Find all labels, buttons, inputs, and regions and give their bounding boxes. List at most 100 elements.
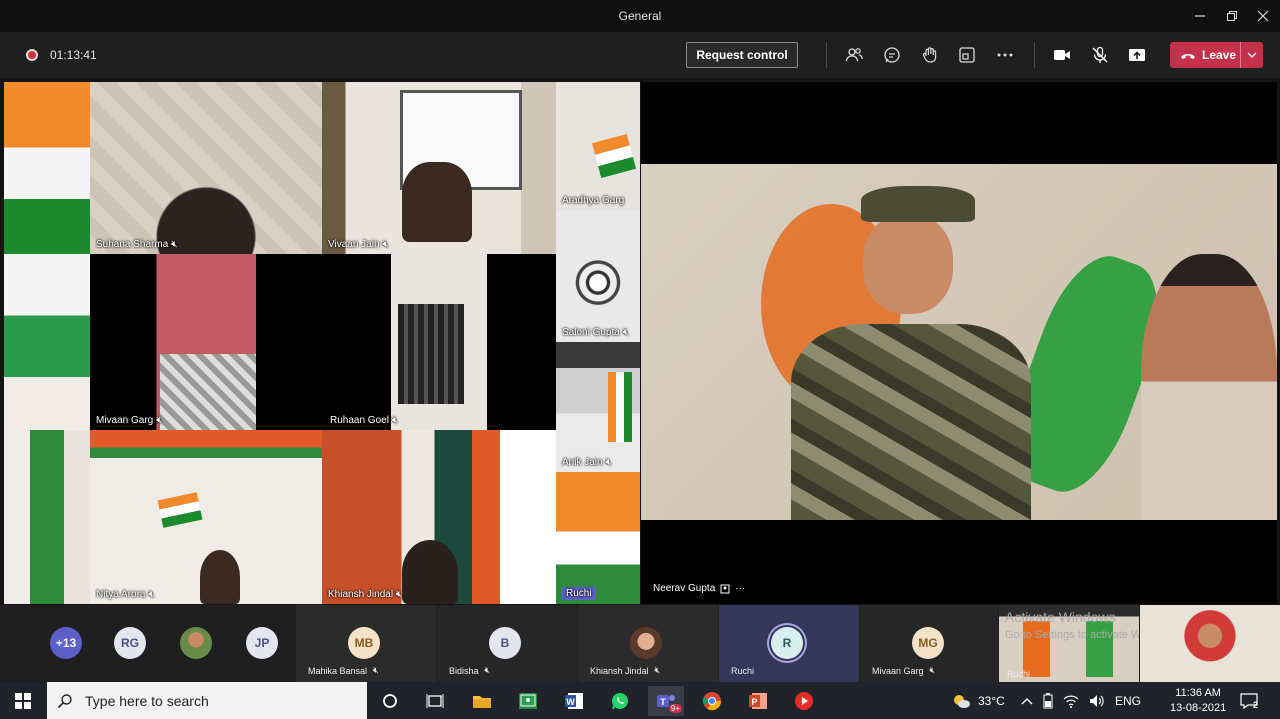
battery-icon[interactable]	[1043, 692, 1053, 709]
participant-name-tag: Ruhaan Goel 🔇︎	[330, 415, 398, 426]
avatar: B	[489, 627, 521, 659]
title-bar: General	[0, 0, 1280, 32]
avatar[interactable]: RG	[114, 627, 146, 659]
participants-button[interactable]	[841, 43, 867, 67]
search-placeholder: Type here to search	[85, 692, 209, 709]
participant-tile[interactable]: MG Mivaan Garg 🔇︎	[860, 605, 998, 682]
clock-time: 11:36 AM	[1175, 686, 1221, 699]
clock[interactable]: 11:36 AM 13-08-2021	[1170, 682, 1226, 719]
leave-main[interactable]: Leave	[1170, 48, 1240, 62]
meeting-timer: 01:13:41	[50, 48, 97, 62]
mic-off-icon: 🔇︎	[391, 415, 399, 426]
chat-button[interactable]	[879, 43, 905, 67]
request-control-button[interactable]: Request control	[686, 42, 798, 68]
leave-label: Leave	[1202, 48, 1237, 62]
more-options-button[interactable]: ···	[735, 583, 745, 594]
chrome-icon	[702, 692, 722, 711]
taskbar-search[interactable]: Type here to search	[47, 682, 367, 719]
search-icon	[57, 693, 72, 708]
start-button[interactable]	[5, 686, 41, 716]
chevron-up-icon[interactable]	[1021, 697, 1033, 705]
participant-name-tag: Vivaan Jain 🔇︎	[328, 239, 389, 250]
participant-name-tag: Ruchi	[562, 587, 596, 600]
leave-options[interactable]	[1240, 42, 1263, 68]
child-face-image	[863, 214, 953, 314]
mic-off-icon: 🔇︎	[929, 665, 936, 675]
avatar[interactable]	[180, 627, 212, 659]
participant-name-tag: Saloni Gupta 🔇︎	[562, 327, 629, 338]
video-tile: Khiansh Jindal 🔇︎	[322, 430, 556, 604]
rooms-button[interactable]	[954, 43, 980, 67]
participant-name: Ruchi	[566, 588, 592, 599]
powerpoint-button[interactable]: P	[740, 686, 776, 716]
minimize-button[interactable]	[1183, 0, 1217, 32]
participant-name: Mivaan Garg	[96, 415, 154, 426]
share-button[interactable]	[1124, 43, 1150, 67]
participant-name-tag: Anik Jain 🔇︎	[562, 457, 612, 468]
participant-tile[interactable]: MB Mahika Bansal 🔇︎	[296, 605, 436, 682]
participant-tile-speaking[interactable]: R Ruchi	[719, 605, 859, 682]
temperature[interactable]: 33°C	[978, 694, 1005, 708]
participant-tile[interactable]	[1140, 605, 1280, 682]
clock-date: 13-08-2021	[1170, 701, 1227, 714]
raise-hand-icon	[922, 47, 937, 63]
maximize-button[interactable]	[1215, 0, 1249, 32]
mic-off-icon: 🔇︎	[156, 415, 163, 426]
participant-name-tag: Khiansh Jindal 🔇︎	[328, 589, 402, 600]
input-language[interactable]: ENG	[1115, 694, 1141, 708]
participant-name-tag: Suhana Sharma 🔇︎	[96, 239, 178, 250]
more-icon	[997, 53, 1013, 57]
close-button[interactable]	[1246, 0, 1280, 32]
mic-button[interactable]	[1087, 43, 1113, 67]
participant-name: Mivaan Garg	[872, 665, 924, 676]
participant-name-tag: Nitya Arora 🔇︎	[96, 589, 155, 600]
participant-name-tag: Aradhya Garg	[562, 195, 624, 206]
overflow-participants-button[interactable]: +13	[50, 627, 82, 659]
recorder-icon	[795, 692, 813, 710]
mic-off-icon: 🔇︎	[373, 665, 379, 675]
google-classroom-button[interactable]	[510, 686, 546, 716]
screen-recorder-button[interactable]	[786, 686, 822, 716]
tray-icons: ENG	[1021, 682, 1141, 719]
cortana-button[interactable]	[372, 686, 408, 716]
flag-image	[591, 133, 637, 179]
teams-button[interactable]: T 9+	[648, 686, 684, 716]
flag-image	[157, 492, 203, 528]
video-tile: Ruchi	[556, 472, 640, 604]
task-view-button[interactable]	[417, 686, 453, 716]
participant-name-tag: Ruchi	[731, 666, 754, 676]
participant-tile[interactable]: Khiansh Jindal 🔇︎	[578, 605, 718, 682]
child-uniform-image	[791, 324, 1031, 520]
file-explorer-button[interactable]	[464, 686, 500, 716]
notification-center-button[interactable]: 2	[1240, 682, 1260, 719]
volume-icon[interactable]	[1089, 694, 1105, 708]
participant-name: Neerav Gupta	[653, 583, 716, 594]
word-button[interactable]: W	[556, 686, 592, 716]
participant-name: Khiansh Jindal	[328, 589, 394, 600]
watermark-text: Activate Windows	[1005, 609, 1116, 625]
participant-name-tag: Bidisha 🔇︎	[449, 665, 490, 676]
whatsapp-button[interactable]	[602, 686, 638, 716]
leave-button[interactable]: Leave	[1170, 42, 1263, 68]
toolbar-divider	[826, 42, 827, 68]
child-image	[402, 540, 458, 604]
wifi-icon[interactable]	[1063, 694, 1079, 708]
chrome-button[interactable]	[694, 686, 730, 716]
participant-name: Aradhya Garg	[562, 195, 625, 206]
reactions-button[interactable]	[917, 43, 943, 67]
camera-button[interactable]	[1049, 43, 1075, 67]
avatar: MB	[348, 627, 380, 659]
spotlight-video	[641, 164, 1277, 520]
spotlight-view: Neerav Gupta ···	[641, 82, 1277, 604]
self-view-tile[interactable]: Activate Windows Go to Settings to activ…	[999, 605, 1139, 682]
toolbar-divider	[1034, 42, 1035, 68]
avatar[interactable]: JP	[246, 627, 278, 659]
participant-tile[interactable]: B Bidisha 🔇︎	[437, 605, 577, 682]
weather-icon[interactable]	[952, 693, 970, 709]
child-image	[402, 162, 472, 242]
participant-name-tag: Khiansh Jindal 🔇︎	[590, 665, 660, 676]
child-image	[200, 550, 240, 604]
more-actions-button[interactable]	[992, 43, 1018, 67]
video-tile: Vivaan Jain 🔇︎	[322, 82, 556, 254]
svg-text:P: P	[751, 697, 757, 707]
